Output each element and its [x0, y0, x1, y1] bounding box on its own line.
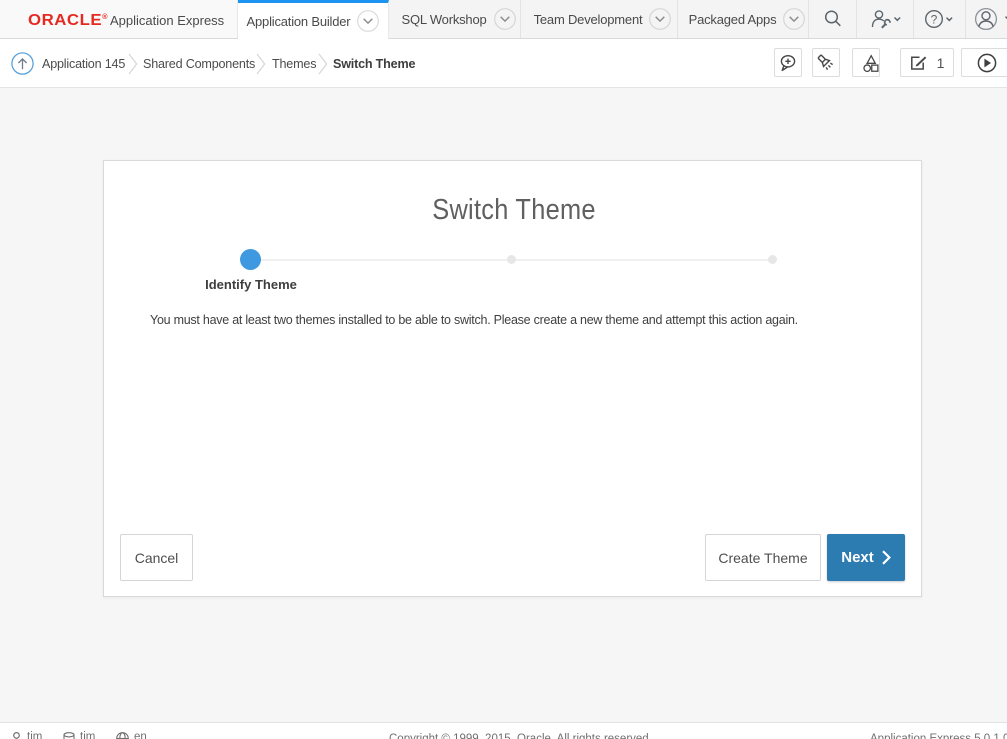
svg-text:?: ? [930, 12, 937, 26]
